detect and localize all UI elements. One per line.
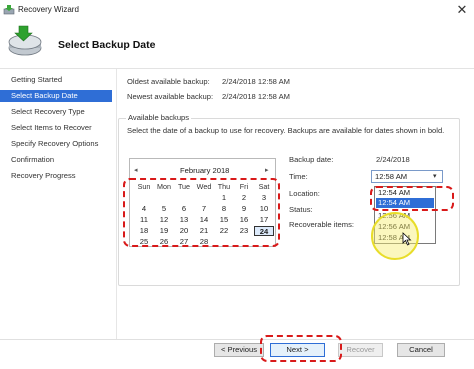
page-title: Select Backup Date: [58, 39, 156, 51]
window-title: Recovery Wizard: [18, 5, 79, 14]
calendar-highlight-box: [123, 178, 280, 247]
recoverable-items-label: Recoverable items:: [289, 220, 354, 229]
step-select-backup-date[interactable]: Select Backup Date: [0, 90, 112, 102]
calendar-next-month-button[interactable]: ▸: [265, 166, 269, 174]
oldest-backup-label: Oldest available backup:: [127, 77, 210, 86]
time-label: Time:: [289, 172, 308, 181]
step-confirmation[interactable]: Confirmation: [0, 154, 112, 166]
recovery-wizard-app-icon: [3, 5, 15, 15]
calendar-month-label: February 2018: [180, 166, 230, 175]
step-select-recovery-type[interactable]: Select Recovery Type: [0, 106, 112, 118]
mouse-pointer-icon: [402, 232, 412, 246]
next-button-highlight-box: [260, 335, 342, 362]
chevron-down-icon[interactable]: ▾: [433, 172, 437, 180]
available-backups-legend: Available backups: [126, 113, 192, 122]
backup-date-value: 2/24/2018: [376, 155, 410, 164]
cancel-button[interactable]: Cancel: [397, 343, 445, 357]
oldest-backup-value: 2/24/2018 12:58 AM: [222, 77, 290, 86]
step-specify-recovery-options[interactable]: Specify Recovery Options: [0, 138, 112, 150]
step-getting-started[interactable]: Getting Started: [0, 74, 112, 86]
wizard-steps-sidebar: Getting Started Select Backup Date Selec…: [0, 69, 117, 339]
window-close-button[interactable]: ✕: [454, 2, 470, 18]
status-label: Status:: [289, 205, 313, 214]
step-recovery-progress[interactable]: Recovery Progress: [0, 170, 112, 182]
footer-divider: [0, 339, 474, 340]
location-label: Location:: [289, 189, 320, 198]
newest-backup-label: Newest available backup:: [127, 92, 214, 101]
step-select-items-to-recover[interactable]: Select Items to Recover: [0, 122, 112, 134]
previous-button[interactable]: < Previous: [214, 343, 264, 357]
available-backups-description: Select the date of a backup to use for r…: [127, 126, 445, 135]
time-select-value: 12:58 AM: [375, 172, 408, 181]
calendar-previous-month-button[interactable]: ◂: [134, 166, 138, 174]
time-option-highlight-box: [370, 186, 454, 211]
backup-drive-icon: [8, 25, 42, 56]
backup-date-label: Backup date:: [289, 155, 334, 164]
recover-button[interactable]: Recover: [338, 343, 383, 357]
newest-backup-value: 2/24/2018 12:58 AM: [222, 92, 290, 101]
